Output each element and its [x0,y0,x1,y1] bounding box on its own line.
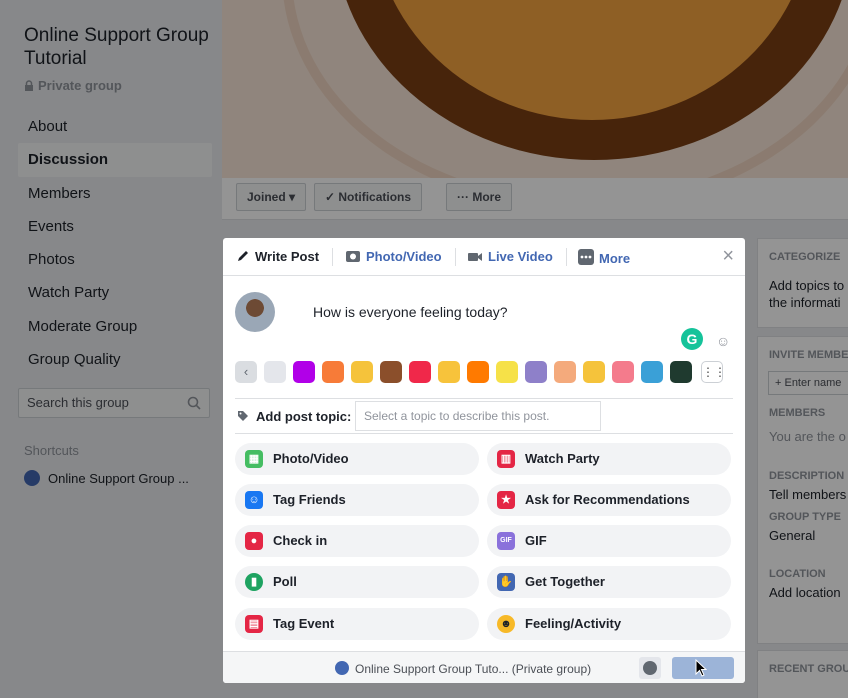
group-icon [335,661,349,675]
option-watch-party[interactable]: ▥ Watch Party [487,443,731,475]
background-swatch[interactable] [467,361,489,383]
option-gif[interactable]: GIF GIF [487,525,731,557]
background-swatch[interactable] [583,361,605,383]
audience-label: Online Support Group Tuto... (Private gr… [355,662,592,676]
option-tag-friends[interactable]: ☺ Tag Friends [235,484,479,516]
option-label: GIF [525,533,547,548]
tab-photo-video[interactable]: Photo/Video [345,249,442,264]
option-check-in[interactable]: ● Check in [235,525,479,557]
option-get-together[interactable]: ✋ Get Together [487,566,731,598]
option-label: Get Together [525,574,605,589]
background-swatch[interactable] [670,361,692,383]
option-label: Tag Friends [273,492,346,507]
close-icon[interactable]: × [722,246,734,266]
tab-divider [332,248,333,266]
poll-icon: ▮ [245,573,263,591]
background-swatch[interactable] [380,361,402,383]
post-text-input[interactable]: How is everyone feeling today? [313,304,508,320]
tab-divider [455,248,456,266]
tab-label: Live Video [488,249,553,264]
calendar-icon: ▤ [245,615,263,633]
photo-icon: ▦ [245,450,263,468]
option-photo-video[interactable]: ▦ Photo/Video [235,443,479,475]
background-swatch[interactable] [322,361,344,383]
tab-label: More [599,251,631,266]
grammarly-icon[interactable]: G [681,328,703,350]
more-dots-icon [578,249,594,265]
popcorn-icon: ▥ [497,450,515,468]
composer-footer: Online Support Group Tuto... (Private gr… [223,651,745,683]
background-swatch[interactable] [525,361,547,383]
pencil-icon [238,251,248,261]
option-ask-for-recommendations[interactable]: ★ Ask for Recommendations [487,484,731,516]
option-poll[interactable]: ▮ Poll [235,566,479,598]
background-swatch[interactable] [554,361,576,383]
schedule-button[interactable] [639,657,661,679]
video-camera-icon [468,253,482,261]
post-topic-row: Add post topic: Select a topic to descri… [235,398,733,434]
option-label: Check in [273,533,328,548]
add-topic-label: Add post topic: [237,409,351,424]
background-swatch[interactable] [351,361,373,383]
emoji-icon[interactable]: ☺ [716,333,730,349]
option-label: Photo/Video [273,451,349,466]
mouse-cursor-icon [695,659,707,677]
gif-icon: GIF [497,532,515,550]
option-label: Ask for Recommendations [525,492,690,507]
background-swatches: ‹ ⋮⋮ [235,361,735,387]
option-label: Poll [273,574,297,589]
tab-live-video[interactable]: Live Video [467,249,553,264]
background-swatch[interactable] [438,361,460,383]
post-composer: Write Post Photo/Video Live Video More ×… [223,238,745,683]
location-pin-icon: ● [245,532,263,550]
option-feeling-activity[interactable]: ☻ Feeling/Activity [487,608,731,640]
tab-write-post[interactable]: Write Post [236,249,319,264]
topic-input[interactable]: Select a topic to describe this post. [355,401,601,431]
background-swatch[interactable] [293,361,315,383]
background-swatch[interactable] [496,361,518,383]
grid-icon[interactable]: ⋮⋮ [701,361,726,383]
swatch-prev-icon[interactable]: ‹ [235,361,257,383]
tag-icon [238,411,248,421]
background-swatch[interactable] [612,361,634,383]
star-bubble-icon: ★ [497,491,515,509]
avatar [235,292,275,332]
option-label: Feeling/Activity [525,616,622,631]
tab-divider [566,248,567,266]
tag-friends-icon: ☺ [245,491,263,509]
option-label: Tag Event [273,616,335,631]
tab-label: Write Post [255,249,320,264]
composer-tabs: Write Post Photo/Video Live Video More × [223,238,745,276]
audience-selector[interactable]: Online Support Group Tuto... (Private gr… [335,661,591,676]
tab-label: Photo/Video [366,249,442,264]
camera-icon [346,251,360,262]
option-tag-event[interactable]: ▤ Tag Event [235,608,479,640]
hand-wave-icon: ✋ [497,573,515,591]
clock-icon [643,661,657,675]
add-topic-text: Add post topic: [256,409,352,424]
background-swatch[interactable] [641,361,663,383]
background-swatch[interactable] [409,361,431,383]
smile-icon: ☻ [497,615,515,633]
background-swatch[interactable] [264,361,286,383]
tab-more[interactable]: More [578,249,630,266]
option-label: Watch Party [525,451,600,466]
